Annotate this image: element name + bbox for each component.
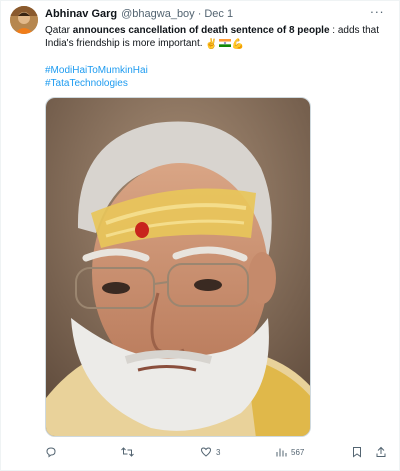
india-flag-icon (218, 39, 231, 47)
reply-button[interactable] (45, 442, 61, 462)
like-button[interactable]: 3 (200, 442, 220, 462)
views-count: 567 (291, 447, 305, 457)
tweet-image[interactable] (45, 97, 311, 437)
avatar-image (10, 6, 38, 34)
author-name[interactable]: Abhinav Garg (45, 7, 117, 21)
share-icon (376, 446, 386, 457)
action-bar: 3 567 (45, 442, 391, 462)
tweet-card[interactable]: Abhinav Garg @bhagwa_boy · Dec 1 ··· Qat… (0, 0, 400, 471)
retweet-button[interactable] (121, 442, 138, 462)
like-count: 3 (216, 447, 221, 457)
separator-dot: · (197, 8, 202, 20)
hashtag-list: #ModiHaiToMumkinHai #TataTechnologies (45, 64, 391, 90)
tweet-text-bold: announces cancellation of death sentence… (72, 25, 330, 36)
tweet-content: Abhinav Garg @bhagwa_boy · Dec 1 ··· Qat… (45, 5, 391, 90)
tweet-header: Abhinav Garg @bhagwa_boy · Dec 1 (45, 7, 391, 21)
views-button[interactable]: 567 (275, 442, 304, 462)
like-icon (200, 447, 212, 457)
tweet-text-prefix: Qatar (45, 25, 73, 36)
bookmark-icon (353, 447, 361, 458)
retweet-icon (121, 447, 134, 457)
more-icon[interactable]: ··· (369, 5, 385, 21)
views-icon (276, 448, 287, 457)
share-button[interactable] (375, 442, 387, 462)
tweet-text: Qatar announces cancellation of death se… (45, 24, 379, 51)
bookmark-button[interactable] (351, 442, 363, 462)
avatar[interactable] (10, 6, 38, 34)
hashtag-link[interactable]: #ModiHaiToMumkinHai (45, 64, 391, 77)
reply-icon (46, 447, 56, 458)
victory-hand-emoji: ✌ (205, 39, 218, 50)
portrait-photo (46, 98, 310, 436)
hashtag-link[interactable]: #TataTechnologies (45, 77, 391, 90)
author-handle[interactable]: @bhagwa_boy (121, 7, 195, 21)
flexed-biceps-emoji: 💪 (231, 39, 245, 50)
tweet-date[interactable]: Dec 1 (204, 7, 233, 21)
